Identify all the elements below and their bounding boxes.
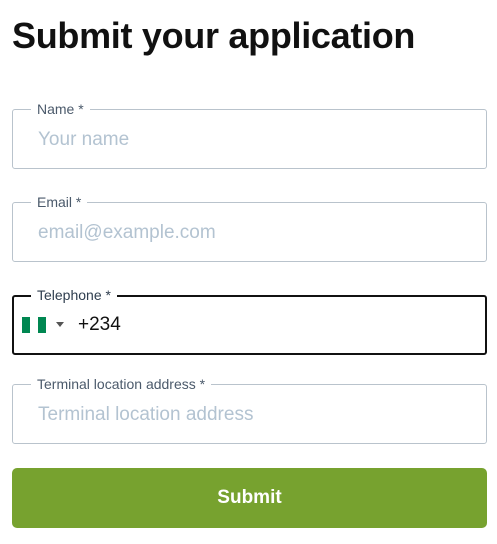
chevron-down-icon[interactable] xyxy=(56,322,64,327)
nigeria-flag-icon[interactable] xyxy=(22,317,46,333)
submit-button[interactable]: Submit xyxy=(12,468,487,528)
telephone-input[interactable] xyxy=(78,310,468,340)
name-field[interactable]: Name * xyxy=(12,100,487,169)
terminal-address-field[interactable]: Terminal location address * xyxy=(12,375,487,444)
telephone-field[interactable]: Telephone * xyxy=(12,286,487,355)
name-label: Name * xyxy=(31,100,90,118)
telephone-label: Telephone * xyxy=(31,286,117,304)
email-label: Email * xyxy=(31,193,88,211)
application-form: Submit your application Name * Email * T… xyxy=(0,0,497,544)
email-field[interactable]: Email * xyxy=(12,193,487,262)
page-title: Submit your application xyxy=(12,15,416,56)
email-input[interactable] xyxy=(38,218,468,248)
name-input[interactable] xyxy=(38,125,468,155)
terminal-address-input[interactable] xyxy=(38,400,468,430)
terminal-address-label: Terminal location address * xyxy=(31,375,212,393)
